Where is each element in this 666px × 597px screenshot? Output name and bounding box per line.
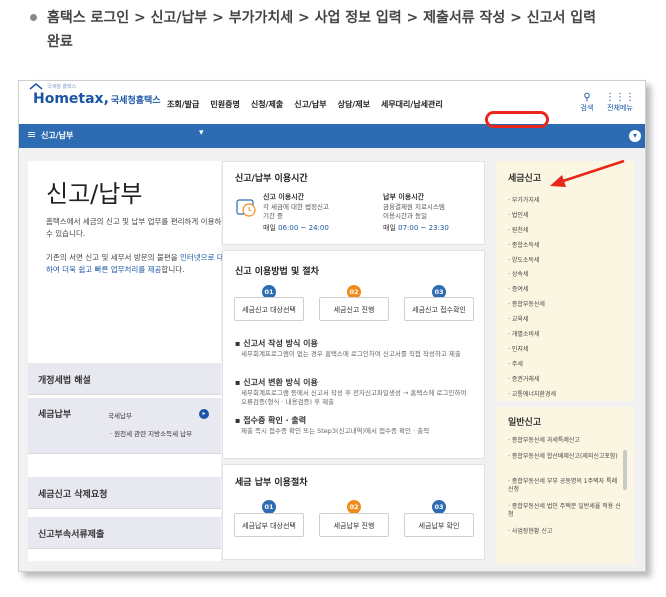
red-arrow-icon [550,159,625,187]
content-background [19,148,645,571]
house-icon [29,83,43,90]
section-bar: ≡ 신고/납부 ▾ ▾ [19,124,645,148]
all-menu-label: 전체메뉴 [607,104,633,112]
logo-org: 국세청홈택스 [110,96,161,106]
grid-icon: ⋮⋮⋮ [605,92,635,103]
chevron-down-icon[interactable]: ▾ [199,128,204,138]
caption: 홈택스 로그인 > 신고/납부 > 부가가치세 > 사업 정보 입력 > 제출서… [18,6,648,54]
nav-item-inquiry[interactable]: 조회/발급 [167,99,199,110]
bullet-icon [30,13,37,21]
nav-item-consult[interactable]: 상담/제보 [338,99,370,110]
highlight-oval [485,111,549,128]
nav-item-report-payment[interactable]: 신고/납부 [294,99,326,110]
main-nav: 조회/발급 민원증명 신청/제출 신고/납부 상담/제보 세무대리/납세관리 [167,99,454,110]
caption-line2: 완료 [47,34,73,50]
screenshot-frame: 국세청 홈택스 Hometax, 국세청홈택스 조회/발급 민원증명 신청/제출 … [18,80,646,572]
hometax-logo[interactable]: Hometax, 국세청홈택스 [29,83,161,107]
search-button[interactable]: ⚲ 검색 [572,93,602,113]
nav-item-agent[interactable]: 세무대리/납세관리 [381,99,443,110]
chevron-down-circle-icon[interactable]: ▾ [629,130,641,142]
caption-line1: 홈택스 로그인 > 신고/납부 > 부가가치세 > 사업 정보 입력 > 제출서… [47,10,597,26]
breadcrumb[interactable]: 신고/납부 [41,130,73,141]
nav-item-certificate[interactable]: 민원증명 [210,99,239,110]
logo-tagline: 국세청 홈택스 [47,84,77,90]
search-icon: ⚲ [583,92,591,103]
logo-text: Hometax, [33,91,109,107]
top-header: 국세청 홈택스 Hometax, 국세청홈택스 조회/발급 민원증명 신청/제출 … [19,81,645,124]
hamburger-icon[interactable]: ≡ [27,128,36,141]
nav-item-application[interactable]: 신청/제출 [251,99,283,110]
search-label: 검색 [580,104,594,112]
all-menu-button[interactable]: ⋮⋮⋮ 전체메뉴 [605,93,635,113]
